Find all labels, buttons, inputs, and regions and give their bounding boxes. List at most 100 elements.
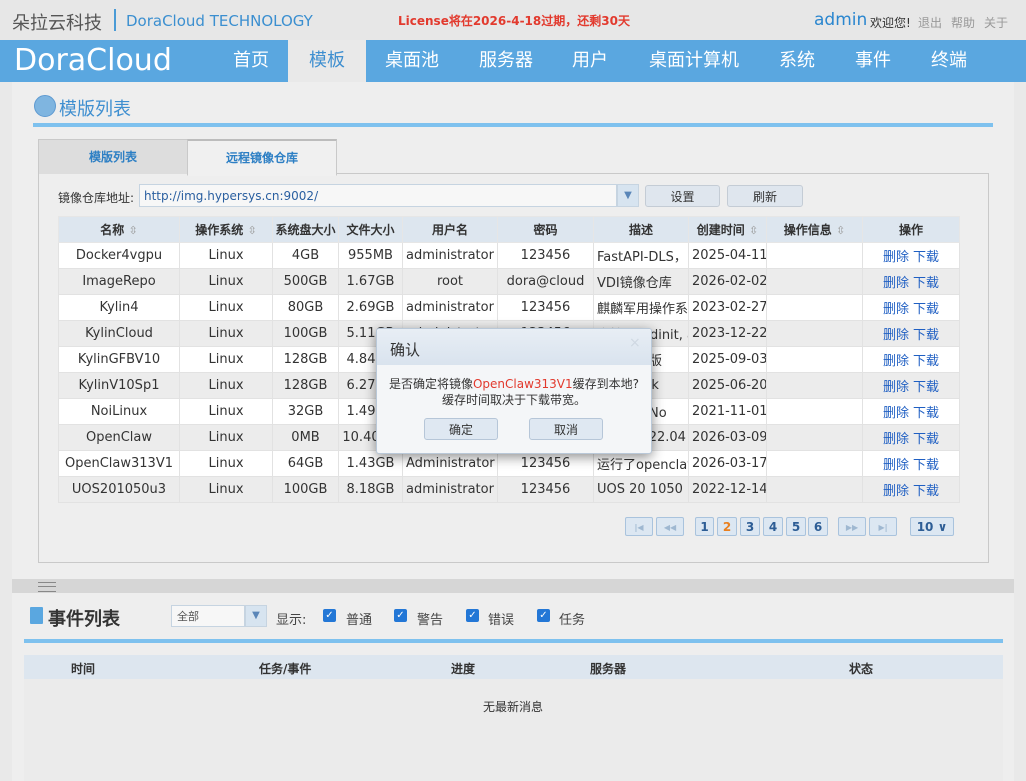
username[interactable]: admin xyxy=(814,10,867,30)
checkbox-task[interactable]: ✓ xyxy=(537,609,550,622)
delete-link[interactable]: 删除 xyxy=(883,250,909,265)
film-reel-icon xyxy=(34,95,56,117)
cell-username: Administrator xyxy=(402,450,498,477)
table-row[interactable]: OpenClaw313V1 Linux 64GB 1.43GB Administrato… xyxy=(58,450,960,477)
chevron-down-icon[interactable]: ▼ xyxy=(617,184,639,207)
panel-splitter[interactable] xyxy=(12,579,1014,593)
download-link[interactable]: 下载 xyxy=(913,406,939,421)
chevron-down-icon[interactable]: ▼ xyxy=(245,605,267,627)
checkbox-error[interactable]: ✓ xyxy=(466,609,479,622)
sort-icon: ⇳ xyxy=(247,224,257,237)
ev-col-server: 服务器 xyxy=(590,662,627,676)
nav-home[interactable]: 首页 xyxy=(218,40,284,82)
delete-link[interactable]: 删除 xyxy=(883,458,909,473)
sort-icon: ⇳ xyxy=(748,224,759,237)
delete-link[interactable]: 删除 xyxy=(883,328,909,343)
cell-disk-size: 100GB xyxy=(272,320,339,347)
nav-system[interactable]: 系统 xyxy=(768,40,826,82)
cell-created: 2022-12-14 0 xyxy=(688,476,767,503)
confirm-ok-button[interactable]: 确定 xyxy=(424,418,498,440)
col-header-os[interactable]: 操作系统 ⇳ xyxy=(179,216,273,243)
brand-separator xyxy=(114,9,116,31)
checkbox-warning-label: 警告 xyxy=(417,613,444,628)
col-header-name[interactable]: 名称 ⇳ xyxy=(58,216,180,243)
page-3-button[interactable]: 3 xyxy=(740,517,760,536)
first-page-button[interactable]: |◀ xyxy=(625,517,653,536)
delete-link[interactable]: 删除 xyxy=(883,406,909,421)
refresh-button[interactable]: 刷新 xyxy=(727,185,803,207)
delete-link[interactable]: 删除 xyxy=(883,276,909,291)
cell-actions: 删除 下载 xyxy=(862,450,960,477)
cell-actions: 删除 下载 xyxy=(862,346,960,373)
cell-password: 123456 xyxy=(497,450,594,477)
set-button[interactable]: 设置 xyxy=(645,185,720,207)
page-1-button[interactable]: 1 xyxy=(695,517,714,536)
table-row[interactable]: Docker4vgpu Linux 4GB 955MB administrator 123… xyxy=(58,242,960,269)
download-link[interactable]: 下载 xyxy=(913,250,939,265)
page-2-button[interactable]: 2 xyxy=(717,517,737,536)
download-link[interactable]: 下载 xyxy=(913,276,939,291)
page-size-select[interactable]: 10 ∨ xyxy=(910,517,954,536)
tab-remote-repo[interactable]: 远程镜像仓库 xyxy=(187,139,337,176)
nav-events[interactable]: 事件 xyxy=(844,40,902,82)
cell-actions: 删除 下载 xyxy=(862,398,960,425)
cell-op-info xyxy=(766,320,863,347)
confirm-cancel-button[interactable]: 取消 xyxy=(529,418,603,440)
cell-op-info xyxy=(766,450,863,477)
download-link[interactable]: 下载 xyxy=(913,328,939,343)
image-name: OpenClaw313V1 xyxy=(472,377,573,391)
cell-disk-size: 0MB xyxy=(272,424,339,451)
repo-address-input[interactable]: http://img.hypersys.cn:9002/ xyxy=(139,184,617,207)
cell-file-size: 2.69GB xyxy=(338,294,403,321)
nav-desktop-pools[interactable]: 桌面池 xyxy=(376,40,448,82)
nav-servers[interactable]: 服务器 xyxy=(468,40,544,82)
delete-link[interactable]: 删除 xyxy=(883,354,909,369)
nav-terminals[interactable]: 终端 xyxy=(920,40,978,82)
download-link[interactable]: 下载 xyxy=(913,484,939,499)
delete-link[interactable]: 删除 xyxy=(883,432,909,447)
help-link[interactable]: 帮助 xyxy=(951,14,975,31)
cell-name: Docker4vgpu xyxy=(58,242,180,269)
about-link[interactable]: 关于 xyxy=(984,14,1008,31)
nav-desktop-computers[interactable]: 桌面计算机 xyxy=(640,40,748,82)
prev-page-button[interactable]: ◀◀ xyxy=(656,517,684,536)
table-row[interactable]: Kylin4 Linux 80GB 2.69GB administrator 123456… xyxy=(58,294,960,321)
download-link[interactable]: 下载 xyxy=(913,354,939,369)
cell-op-info xyxy=(766,398,863,425)
col-header-created[interactable]: 创建时间 ⇳ xyxy=(688,216,767,243)
cell-file-size: 955MB xyxy=(338,242,403,269)
last-page-button[interactable]: ▶| xyxy=(869,517,897,536)
cell-description: UOS 20 1050 u xyxy=(593,476,689,503)
tab-template-list[interactable]: 模版列表 xyxy=(38,139,188,174)
title-divider xyxy=(33,123,993,127)
page-5-button[interactable]: 5 xyxy=(786,517,806,536)
next-page-button[interactable]: ▶▶ xyxy=(838,517,866,536)
nav-templates[interactable]: 模板 xyxy=(288,40,366,82)
checkbox-normal-label: 普通 xyxy=(346,613,373,628)
table-row[interactable]: UOS201050u3 Linux 100GB 8.18GB administrator… xyxy=(58,476,960,503)
page-4-button[interactable]: 4 xyxy=(763,517,783,536)
delete-link[interactable]: 删除 xyxy=(883,380,909,395)
cell-os: Linux xyxy=(179,242,273,269)
cell-created: 2026-03-09 xyxy=(688,424,767,451)
download-link[interactable]: 下载 xyxy=(913,432,939,447)
nav-users[interactable]: 用户 xyxy=(560,40,620,82)
checkbox-normal[interactable]: ✓ xyxy=(323,609,336,622)
cell-disk-size: 4GB xyxy=(272,242,339,269)
download-link[interactable]: 下载 xyxy=(913,302,939,317)
event-filter-select[interactable]: 全部 xyxy=(171,605,245,627)
download-link[interactable]: 下载 xyxy=(913,458,939,473)
delete-link[interactable]: 删除 xyxy=(883,484,909,499)
delete-link[interactable]: 删除 xyxy=(883,302,909,317)
col-header-description: 描述 xyxy=(593,216,689,243)
cell-file-size: 8.18GB xyxy=(338,476,403,503)
checkbox-warning[interactable]: ✓ xyxy=(394,609,407,622)
close-icon[interactable]: × xyxy=(629,335,641,351)
cell-file-size: 1.67GB xyxy=(338,268,403,295)
drag-handle-icon[interactable] xyxy=(38,582,56,592)
col-header-op-info[interactable]: 操作信息 ⇳ xyxy=(766,216,863,243)
page-6-button[interactable]: 6 xyxy=(808,517,828,536)
logout-link[interactable]: 退出 xyxy=(918,14,942,31)
table-row[interactable]: ImageRepo Linux 500GB 1.67GB root dora@cloud V… xyxy=(58,268,960,295)
download-link[interactable]: 下载 xyxy=(913,380,939,395)
